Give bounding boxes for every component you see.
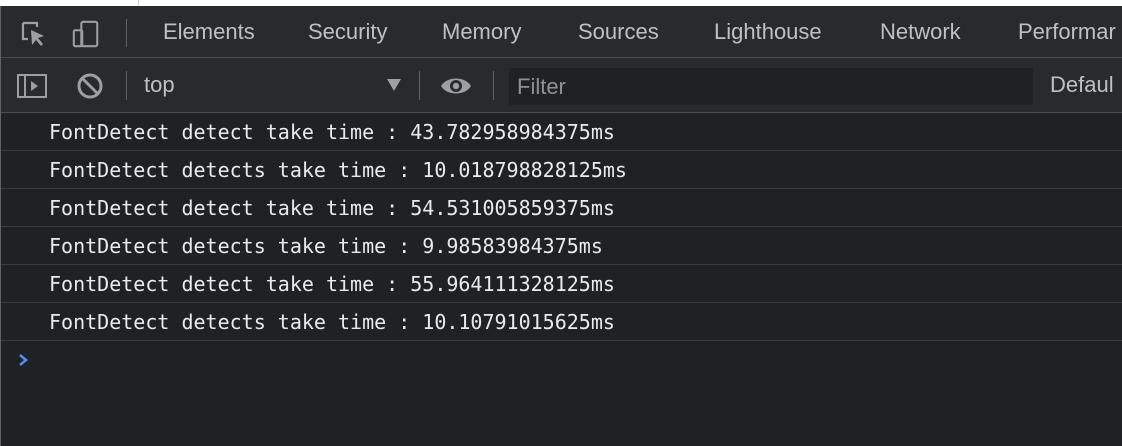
inspect-element-icon[interactable] xyxy=(19,19,49,49)
toolbar-divider xyxy=(126,71,127,100)
filter-box xyxy=(509,68,1033,105)
console-message: FontDetect detect take time : 43.7829589… xyxy=(1,113,1122,151)
devtools-tab-bar: Elements Security Memory Sources Lightho… xyxy=(1,6,1122,58)
tab-lighthouse[interactable]: Lighthouse xyxy=(714,6,822,57)
tab-bar-divider xyxy=(126,19,127,47)
tab-security[interactable]: Security xyxy=(308,6,387,57)
log-levels-dropdown[interactable]: Defaul xyxy=(1050,58,1114,112)
clear-console-icon[interactable] xyxy=(73,69,107,103)
tab-performance[interactable]: Performar xyxy=(1018,6,1116,57)
context-selector[interactable]: top xyxy=(144,58,175,112)
tab-sources[interactable]: Sources xyxy=(578,6,659,57)
console-message: FontDetect detects take time : 10.018798… xyxy=(1,151,1122,189)
console-message: FontDetect detects take time : 9.9858398… xyxy=(1,227,1122,265)
tab-elements[interactable]: Elements xyxy=(163,6,255,57)
tab-memory[interactable]: Memory xyxy=(442,6,521,57)
console-messages: FontDetect detect take time : 43.7829589… xyxy=(1,113,1122,446)
console-sidebar-icon[interactable] xyxy=(15,69,49,103)
console-message: FontDetect detect take time : 55.9641113… xyxy=(1,265,1122,303)
toolbar-divider xyxy=(493,71,494,100)
filter-input[interactable] xyxy=(509,68,1033,105)
devtools-window: Elements Security Memory Sources Lightho… xyxy=(0,6,1122,446)
console-message: FontDetect detects take time : 10.107910… xyxy=(1,303,1122,341)
console-prompt[interactable] xyxy=(1,341,1122,379)
chevron-down-icon[interactable] xyxy=(387,79,401,91)
toolbar-divider xyxy=(419,71,420,100)
console-message: FontDetect detect take time : 54.5310058… xyxy=(1,189,1122,227)
console-toolbar: top Defaul xyxy=(1,58,1122,113)
tab-network[interactable]: Network xyxy=(880,6,961,57)
eye-icon[interactable] xyxy=(439,69,473,103)
prompt-chevron-icon xyxy=(19,354,29,366)
device-toolbar-icon[interactable] xyxy=(71,19,101,49)
